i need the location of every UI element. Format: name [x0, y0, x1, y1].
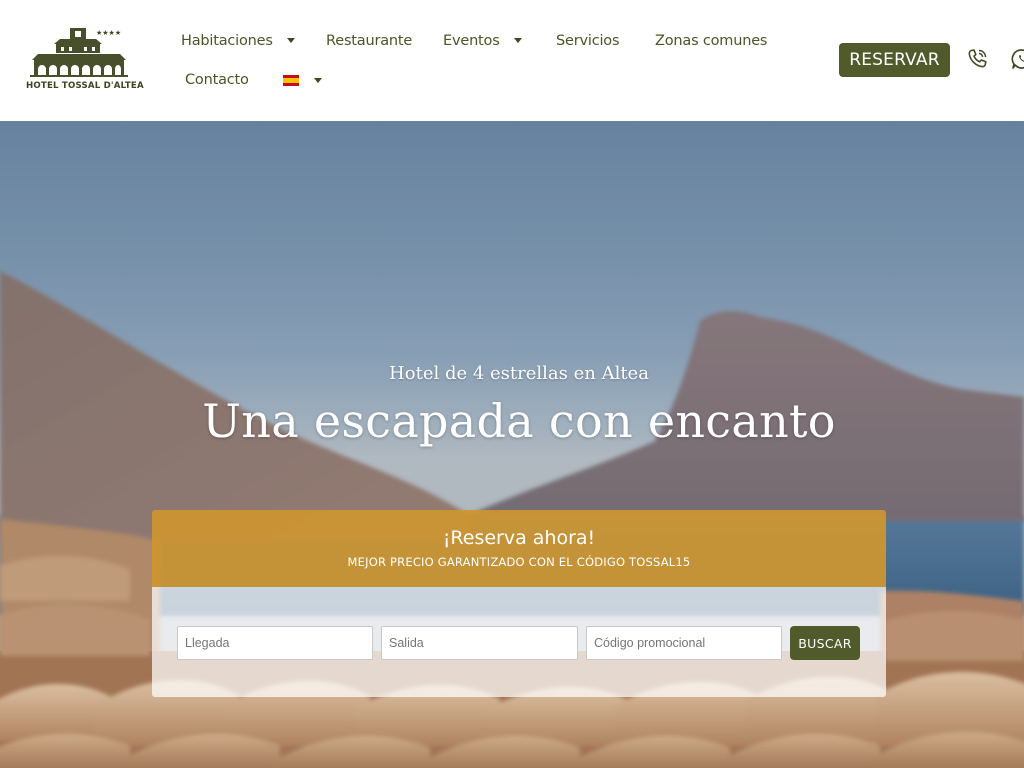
hero-section: Hotel de 4 estrellas en Altea Una escapa… [0, 121, 1024, 768]
booking-promo-text: MEJOR PRECIO GARANTIZADO CON EL CÓDIGO T… [347, 555, 691, 569]
hero-subtitle: Hotel de 4 estrellas en Altea [389, 363, 649, 384]
whatsapp-icon[interactable] [1010, 47, 1024, 71]
nav-item-label: Restaurante [326, 33, 413, 49]
booking-form: BUSCAR [152, 587, 886, 697]
nav-item-label: Contacto [185, 72, 249, 88]
nav-item-habitaciones[interactable]: Habitaciones [181, 33, 295, 49]
search-button[interactable]: BUSCAR [790, 626, 860, 660]
booking-title: ¡Reserva ahora! [442, 527, 596, 549]
departure-date-input[interactable] [381, 626, 578, 660]
nav-item-contacto[interactable]: Contacto [185, 72, 249, 88]
booking-widget: ¡Reserva ahora! MEJOR PRECIO GARANTIZADO… [152, 510, 886, 697]
nav-item-label: Zonas comunes [655, 33, 768, 49]
booking-header: ¡Reserva ahora! MEJOR PRECIO GARANTIZADO… [152, 510, 886, 587]
chevron-down-icon [286, 37, 295, 43]
nav-item-label: Eventos [443, 33, 500, 49]
hero-title: Una escapada con encanto [202, 394, 836, 448]
logo-text: HOTEL TOSSAL D'ALTEA [26, 81, 144, 91]
language-chevron-down-icon[interactable] [314, 78, 322, 83]
site-header: ★★★★ HOTEL TOSSAL D'ALTEA Habitaciones R… [0, 0, 1024, 121]
nav-item-servicios[interactable]: Servicios [556, 33, 620, 49]
nav-item-label: Servicios [556, 33, 620, 49]
hotel-logo[interactable]: ★★★★ HOTEL TOSSAL D'ALTEA [26, 26, 144, 94]
nav-item-eventos[interactable]: Eventos [443, 33, 522, 49]
nav-item-restaurante[interactable]: Restaurante [326, 33, 412, 49]
reserve-button[interactable]: RESERVAR [839, 43, 950, 77]
logo-stars: ★★★★ [96, 29, 121, 37]
promo-code-input[interactable] [586, 626, 782, 660]
phone-icon[interactable] [965, 47, 989, 71]
chevron-down-icon [513, 37, 522, 43]
arrival-date-input[interactable] [177, 626, 373, 660]
nav-item-zonas-comunes[interactable]: Zonas comunes [655, 33, 767, 49]
spain-flag-icon[interactable] [283, 75, 299, 86]
nav-item-label: Habitaciones [181, 33, 273, 49]
hotel-building-icon: ★★★★ [30, 28, 128, 77]
